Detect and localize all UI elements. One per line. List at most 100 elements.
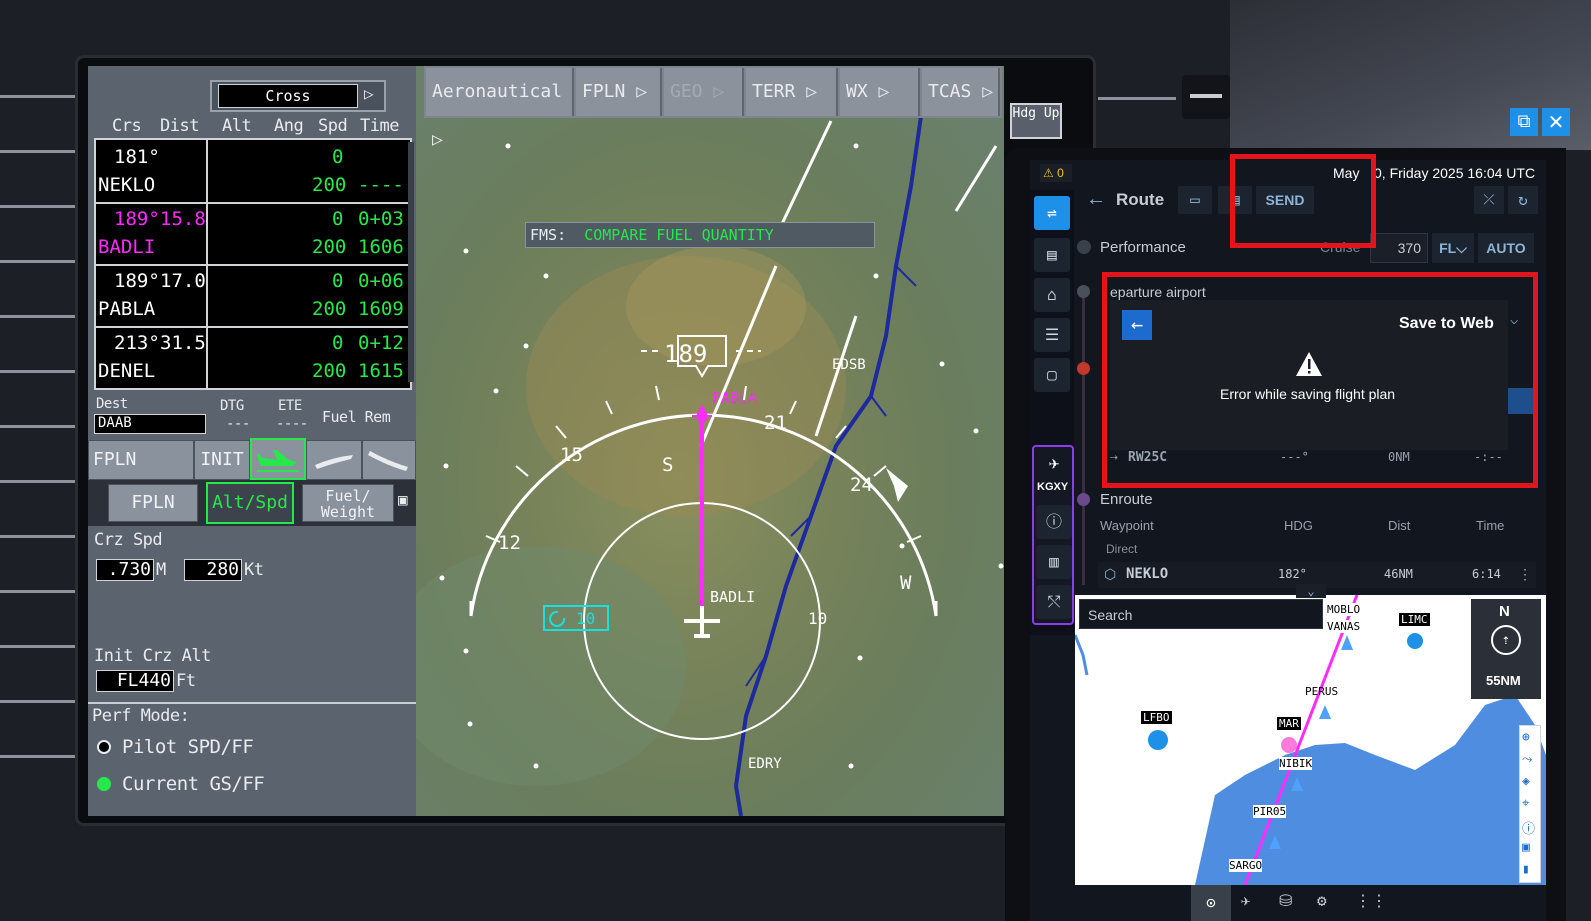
compass-15: 15 [560, 444, 583, 466]
tab-fpln-nd-label: FPLN [582, 81, 626, 102]
leg-time: ---- [358, 174, 404, 196]
home-icon[interactable]: ⊙ [1191, 885, 1231, 921]
leg-time: 1606 [358, 236, 404, 258]
tab-init[interactable]: INIT [194, 440, 250, 480]
performance-label[interactable]: Performance [1100, 239, 1186, 256]
enroute-label: Enroute [1100, 491, 1153, 508]
flight-plan-table: 181° 0 NEKLO 200 ---- 189° 15.8 0 0+03 B… [94, 138, 412, 390]
waypoint-name: NEKLO [1126, 566, 1169, 582]
init-crz-alt-label: Init Crz Alt [94, 646, 211, 666]
cruise-field[interactable]: 370 [1370, 233, 1428, 263]
layers-icon[interactable]: ◈ [1522, 774, 1530, 789]
route-tool-icon[interactable]: ⤳ [1522, 752, 1532, 767]
alert-badge[interactable]: ⚠ 0 [1040, 164, 1072, 182]
perf-option-pilot[interactable]: Pilot SPD/FF [122, 736, 254, 758]
auto-button[interactable]: AUTO [1478, 233, 1534, 263]
fl-dropdown[interactable]: FL⌵ [1432, 233, 1474, 263]
sidebar-bag-icon[interactable]: ⌂ [1034, 278, 1070, 312]
leg-dist: 31.5 [160, 332, 206, 354]
compass-21: 21 [764, 412, 787, 434]
tab-tcas[interactable]: TCAS ▷ [922, 68, 1000, 116]
route-map-icon[interactable]: ⤲ [1036, 585, 1072, 619]
sidebar-route-icon[interactable]: ⇌ [1034, 196, 1070, 230]
fuel-icon[interactable]: ⛁ [1279, 891, 1292, 910]
tab-geo-label: GEO [670, 81, 703, 102]
tab-fpln-nd[interactable]: FPLN ▷ [576, 68, 662, 116]
perf-radio-pilot[interactable] [97, 740, 111, 754]
subtab-fuel-weight[interactable]: Fuel/ Weight [302, 484, 394, 522]
init-crz-alt-field[interactable]: FL440 [96, 670, 174, 692]
efb-map[interactable]: Search MOBLO VANAS LIMC PERUS LFBO MAR N… [1075, 595, 1546, 885]
map-compass-panel[interactable]: N ⇡ 55NM [1471, 599, 1541, 699]
tab-cruise[interactable] [306, 440, 362, 480]
table-scrollbar[interactable] [408, 142, 414, 382]
direct-label: Direct [1106, 542, 1138, 556]
hdg-up-button[interactable]: Hdg Up [1010, 103, 1062, 139]
pin-icon[interactable]: ⌖ [1522, 796, 1529, 811]
tab-geo[interactable]: GEO ▷ [664, 68, 744, 116]
tab-descent[interactable] [362, 440, 416, 480]
sidebar-list-icon[interactable]: ☰ [1034, 318, 1070, 352]
map-search-input[interactable]: Search [1079, 599, 1323, 629]
performance-chevron-icon[interactable] [1077, 240, 1091, 254]
plane-descent-icon [368, 451, 408, 471]
map-label-mar: MAR [1277, 717, 1301, 730]
open-folder-icon[interactable]: ▭ [1178, 186, 1212, 214]
close-icon[interactable]: ✕ [1542, 108, 1570, 136]
tab-wx[interactable]: WX ▷ [840, 68, 920, 116]
tab-aeronautical-label: Aeronautical [432, 81, 563, 102]
chart-icon[interactable]: ▮ [1522, 862, 1530, 877]
leg-ete: 0+12 [358, 332, 404, 354]
more-icon[interactable]: ⋮ [1518, 566, 1532, 583]
cross-arrow-icon[interactable]: ▷ [364, 84, 374, 103]
airport-icon[interactable]: ✈ [1040, 453, 1068, 479]
tab-takeoff[interactable] [250, 438, 306, 480]
mach-unit: M [156, 560, 166, 580]
compass-icon: ⇡ [1491, 625, 1521, 655]
nd-tab-bar: Aeronautical ▷ FPLN ▷ GEO ▷ TERR ▷ WX ▷ … [424, 66, 1002, 150]
map-info-icon[interactable]: ⓘ [1522, 818, 1535, 837]
fullscreen-icon[interactable]: ▣ [1522, 840, 1530, 855]
map-expand-icon[interactable]: ⌄ [1296, 584, 1326, 598]
sidebar-clipboard-icon[interactable]: ▤ [1034, 238, 1070, 272]
collapse-icon[interactable]: ⤫ [1474, 186, 1504, 214]
heading-readout: 189 [664, 340, 708, 368]
leg-spd: 200 [312, 236, 347, 258]
efb-bottom-bar: ⊙ ✈ ⛁ ⚙ ⋮⋮ [1075, 885, 1546, 921]
map-icon[interactable]: ▥ [1036, 545, 1072, 579]
tab-terr[interactable]: TERR ▷ [746, 68, 838, 116]
back-arrow-icon[interactable]: ← [1086, 188, 1106, 211]
ete-value: ---- [276, 416, 308, 432]
locate-icon[interactable]: ⊕ [1522, 730, 1530, 745]
perf-option-current[interactable]: Current GS/FF [122, 773, 265, 795]
settings-icon[interactable]: ⚙ [1317, 891, 1327, 910]
map-label-vanas: VANAS [1327, 620, 1361, 633]
col-time: Time [1476, 518, 1505, 533]
subtab-alt-spd[interactable]: Alt/Spd [206, 482, 294, 524]
perf-radio-current[interactable] [97, 777, 111, 791]
crz-kt-field[interactable]: 280 [184, 559, 242, 581]
external-window-icon[interactable]: ⧉ [1510, 108, 1538, 136]
waypoint-icon: ⬡ [1104, 566, 1117, 582]
tab-aeronautical[interactable]: Aeronautical ▷ [426, 68, 574, 150]
wpt-edry: EDRY [748, 756, 782, 772]
apps-grid-icon[interactable]: ⋮⋮ [1355, 891, 1387, 910]
table-divider [96, 202, 410, 204]
info-icon[interactable]: ⓘ [1036, 505, 1072, 539]
sidebar-notes-icon[interactable]: ▢ [1034, 358, 1070, 392]
refresh-icon[interactable]: ↻ [1508, 186, 1538, 214]
waypoint-hdg: 182° [1278, 567, 1307, 581]
calculator-icon[interactable]: ▣ [398, 490, 408, 509]
dest-field[interactable]: DAAB [94, 414, 206, 434]
range-right: 10 [808, 609, 828, 628]
nav-display: 189 S 21 24 W 15 12 10 10 PABLA BADLI ED… [416, 66, 1004, 816]
timeline-node [1077, 362, 1090, 375]
cross-field[interactable]: Cross [218, 84, 358, 108]
tab-fpln[interactable]: FPLN [88, 440, 194, 480]
crz-mach-field[interactable]: .730 [96, 559, 154, 581]
leg-crs: 189° [114, 270, 160, 292]
plane-icon[interactable]: ✈ [1241, 891, 1251, 910]
subtab-fpln[interactable]: FPLN [108, 484, 198, 522]
table-divider [96, 264, 410, 266]
range-left: 10 [576, 609, 596, 628]
